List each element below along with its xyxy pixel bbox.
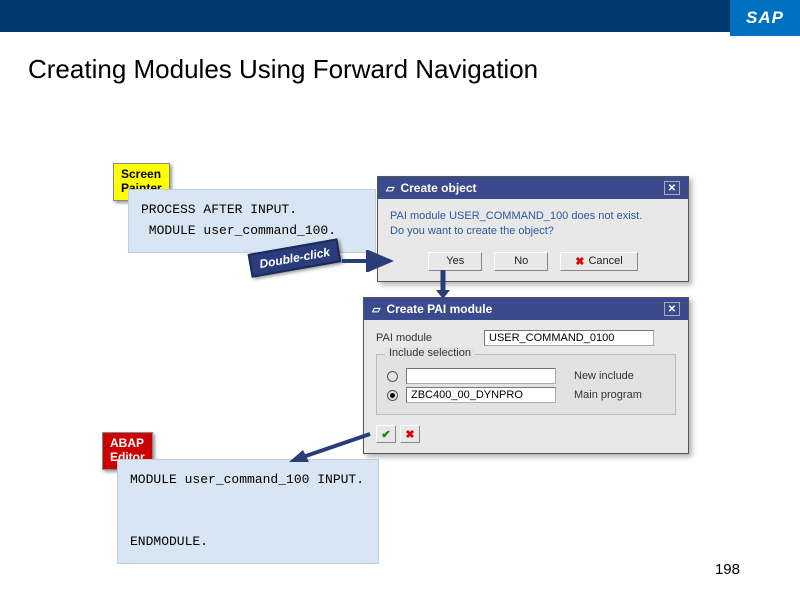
close-icon[interactable]: ✕ <box>664 302 680 316</box>
include-selection-title: Include selection <box>385 347 475 359</box>
dialog-buttons: Yes No ✖ Cancel <box>390 252 676 271</box>
abap-editor-code: MODULE user_command_100 INPUT. ENDMODULE… <box>117 459 379 564</box>
dialog-title-text: Create object <box>400 181 476 195</box>
pai-module-label: PAI module <box>376 332 476 344</box>
cancel-button-label: Cancel <box>588 255 622 267</box>
page-number: 198 <box>715 561 740 578</box>
new-include-label: New include <box>574 370 634 382</box>
window-icon: ▱ <box>386 182 394 195</box>
close-icon: ✖ <box>575 255 584 268</box>
dialog-title-text: Create PAI module <box>386 302 492 316</box>
ok-button[interactable]: ✔ <box>376 425 396 443</box>
no-button[interactable]: No <box>494 252 548 271</box>
include-selection-group: Include selection New include Main progr… <box>376 354 676 415</box>
radio-icon <box>387 390 398 401</box>
option-new-include[interactable]: New include <box>387 368 665 384</box>
dialog-titlebar: ▱ Create object ✕ <box>378 177 688 199</box>
dialog-titlebar: ▱ Create PAI module ✕ <box>364 298 688 320</box>
confirm-row: ✔ ✖ <box>376 425 676 443</box>
create-object-dialog: ▱ Create object ✕ PAI module USER_COMMAN… <box>377 176 689 282</box>
message-line-1: PAI module USER_COMMAND_100 does not exi… <box>390 209 676 224</box>
option-main-program[interactable]: Main program <box>387 387 665 403</box>
new-include-input[interactable] <box>406 368 556 384</box>
cancel-button[interactable]: ✖ Cancel <box>560 252 637 271</box>
slide-canvas: ScreenPainter PROCESS AFTER INPUT. MODUL… <box>0 0 800 600</box>
yes-button[interactable]: Yes <box>428 252 482 271</box>
pai-module-field-row: PAI module <box>376 330 676 346</box>
main-program-label: Main program <box>574 389 642 401</box>
dialog-body: PAI module USER_COMMAND_100 does not exi… <box>378 199 688 281</box>
create-pai-module-dialog: ▱ Create PAI module ✕ PAI module Include… <box>363 297 689 454</box>
dialog-body: PAI module Include selection New include… <box>364 320 688 453</box>
screen-painter-code: PROCESS AFTER INPUT. MODULE user_command… <box>128 189 376 253</box>
pai-module-input[interactable] <box>484 330 654 346</box>
cancel-button[interactable]: ✖ <box>400 425 420 443</box>
close-icon[interactable]: ✕ <box>664 181 680 195</box>
window-icon: ▱ <box>372 303 380 316</box>
main-program-input[interactable] <box>406 387 556 403</box>
dialog-message: PAI module USER_COMMAND_100 does not exi… <box>390 209 676 240</box>
message-line-2: Do you want to create the object? <box>390 224 676 239</box>
radio-icon <box>387 371 398 382</box>
